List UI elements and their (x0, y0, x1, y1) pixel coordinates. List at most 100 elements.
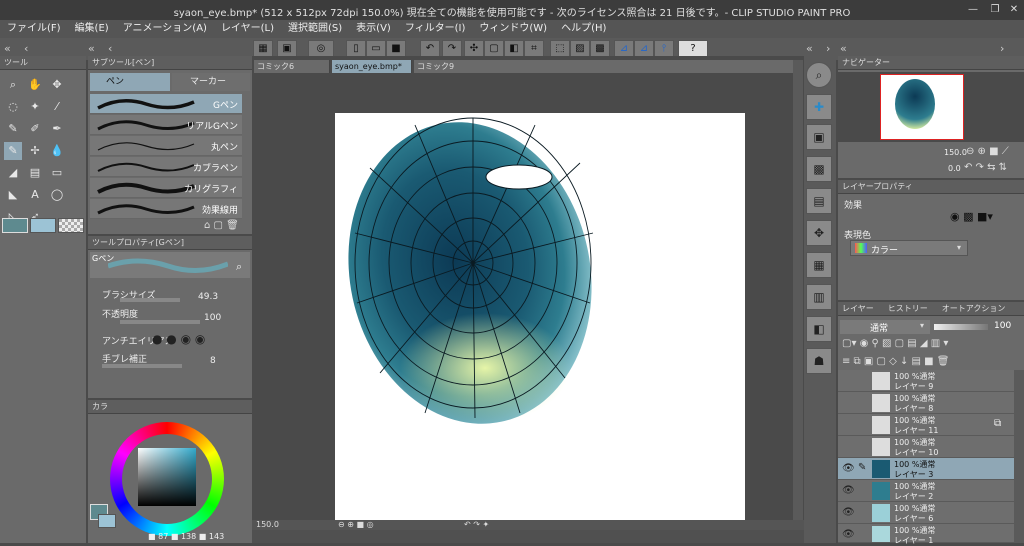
effect-options-icon[interactable]: ◉ ▩ ■▾ (950, 210, 993, 223)
vertical-scrollbar[interactable] (793, 60, 803, 520)
hand-icon[interactable]: ✋ (26, 76, 44, 94)
lasso-icon[interactable]: ◌ (4, 98, 22, 116)
menu-animation[interactable]: アニメーション(A) (116, 20, 214, 38)
brush-item-real-gpen[interactable]: リアルGペン (90, 115, 242, 135)
canvas-view-controls-icon[interactable]: ⊖ ⊕ ■ ◎ (338, 520, 374, 529)
opacity-row[interactable]: 不透明度 100 (90, 307, 250, 324)
layer-row[interactable]: 👁 100 %通常 レイヤー 6 (838, 502, 1014, 524)
eyedropper-icon[interactable]: ⁄ (48, 98, 66, 116)
material-icon[interactable]: ✚ (806, 94, 832, 120)
eye-icon[interactable]: 👁 (842, 507, 855, 518)
antialias-options-icon[interactable]: ● ● ◉ ◉ (152, 332, 205, 346)
antialias-row[interactable]: アンチエイリアス ● ● ◉ ◉ (90, 332, 250, 349)
menu-file[interactable]: ファイル(F) (0, 20, 68, 38)
brush-size-row[interactable]: ブラシサイズ 49.3 (90, 288, 250, 305)
collapse-left-icon-2[interactable]: « (88, 42, 95, 55)
pose-icon[interactable]: ☗ (806, 348, 832, 374)
canvas[interactable] (335, 113, 745, 521)
3d-icon[interactable]: ◧ (806, 316, 832, 342)
navigator-zoom-controls-icon[interactable]: ⊖ ⊕ ■ ⟋ (966, 146, 1009, 157)
menu-view[interactable]: 表示(V) (349, 20, 398, 38)
pattern-icon[interactable]: ▩ (806, 156, 832, 182)
menu-layer[interactable]: レイヤー(L) (214, 20, 281, 38)
gpen-icon[interactable]: ✎ (4, 142, 22, 160)
blend-icon[interactable]: 💧 (48, 142, 66, 160)
brush-size-slider[interactable] (120, 298, 180, 302)
chevron-right-icon-2[interactable]: › (1000, 42, 1004, 55)
stabilization-slider[interactable] (102, 364, 182, 368)
layer-row[interactable]: 100 %通常 レイヤー 11 ⧉ (838, 414, 1014, 436)
layer-action-icons[interactable]: ≡ ⧉ ▣ ▢ ◇ ↓ ▤ ■ 🗑 (842, 356, 950, 367)
material-folder-icon[interactable]: ▣ (806, 124, 832, 150)
collapse-left-icon[interactable]: « (4, 42, 11, 55)
collapse-right-icon-2[interactable]: « (840, 42, 847, 55)
gradient-icon[interactable]: ▭ (48, 164, 66, 182)
text-icon[interactable]: A (26, 186, 44, 204)
layer-row[interactable]: 100 %通常 レイヤー 8 (838, 392, 1014, 414)
horizontal-scrollbar[interactable] (252, 530, 804, 543)
tab-layer[interactable]: レイヤー (842, 302, 874, 315)
tab-comic9[interactable]: コミック9 (414, 60, 800, 73)
brush-item-effect-line[interactable]: 効果線用 (90, 199, 242, 219)
tab-history[interactable]: ヒストリー (888, 302, 928, 315)
canvas-rotate-controls-icon[interactable]: ↶ ↷ ✦ (464, 520, 489, 529)
minimize-icon[interactable]: — (962, 0, 984, 20)
brush-icon[interactable]: ✒ (48, 120, 66, 138)
search-icon[interactable]: ⌕ (236, 260, 242, 274)
eye-icon[interactable]: 👁 (842, 529, 855, 540)
sub-color-small-swatch[interactable] (98, 514, 116, 528)
layer-row[interactable]: 👁 100 %通常 レイヤー 2 (838, 480, 1014, 502)
layer-row[interactable]: 100 %通常 レイヤー 9 (838, 370, 1014, 392)
tool-preset-preview[interactable]: Gペン ⌕ (90, 252, 250, 278)
brush-item-calligraphy[interactable]: カリグラフィ (90, 178, 242, 198)
image-material-icon[interactable]: ▤ (806, 188, 832, 214)
wand-icon[interactable]: ✦ (26, 98, 44, 116)
eye-icon[interactable]: 👁 (842, 485, 855, 496)
pen-tool-icon[interactable]: ✎ (4, 120, 22, 138)
tab-auto-action[interactable]: オートアクション (942, 302, 1006, 315)
frame-icon[interactable]: ▦ (806, 252, 832, 278)
pencil-icon[interactable]: ✐ (26, 120, 44, 138)
layer-row-active[interactable]: 👁 ✎ 100 %通常 レイヤー 3 (838, 458, 1014, 480)
layer-row[interactable]: 👁 100 %通常 レイヤー 1 (838, 524, 1014, 545)
close-icon[interactable]: ✕ (1003, 0, 1024, 20)
subtool-action-icons[interactable]: ⌂ ▢ 🗑 (204, 220, 239, 231)
layer-opacity-slider[interactable] (934, 324, 988, 330)
layer-row[interactable]: 100 %通常 レイヤー 10 (838, 436, 1014, 458)
operation-icon[interactable]: ✥ (48, 76, 66, 94)
expression-select[interactable]: カラー ▾ (850, 240, 968, 256)
navigator-preview[interactable] (838, 72, 1024, 142)
tab-syaon-eye[interactable]: syaon_eye.bmp* (332, 60, 412, 73)
collapse-right-icon[interactable]: « (806, 42, 813, 55)
saturation-value-square[interactable] (138, 448, 196, 506)
sub-color-swatch[interactable] (30, 218, 56, 233)
color-wheel[interactable] (110, 422, 224, 536)
eye-icon[interactable]: 👁 (842, 463, 855, 474)
menu-edit[interactable]: 編集(E) (68, 20, 116, 38)
brush-item-gpen[interactable]: Gペン (90, 94, 242, 114)
layer-scrollbar[interactable] (1014, 370, 1024, 543)
brush-item-kabura-pen[interactable]: カブラペン (90, 157, 242, 177)
airbrush-icon[interactable]: ✢ (26, 142, 44, 160)
subtool-tab-pen[interactable]: ペン (90, 73, 170, 91)
brush-material-icon[interactable]: ✥ (806, 220, 832, 246)
tab-comic6[interactable]: コミック6 (254, 60, 330, 73)
menu-filter[interactable]: フィルター(I) (398, 20, 473, 38)
menu-help[interactable]: ヘルプ(H) (554, 20, 613, 38)
brush-item-maru-pen[interactable]: 丸ペン (90, 136, 242, 156)
chevron-left-icon-2[interactable]: ‹ (108, 42, 112, 55)
fill-bucket-icon[interactable]: ▤ (26, 164, 44, 182)
blend-mode-select[interactable]: 通常 ▾ (840, 320, 930, 334)
menu-window[interactable]: ウィンドウ(W) (472, 20, 554, 38)
navigator-rotate-controls-icon[interactable]: ↶ ↷ ⇆ ⇅ (964, 162, 1007, 173)
zoom-icon[interactable]: ⌕ (4, 76, 22, 94)
clipping-icon[interactable]: ⧉ (994, 418, 1001, 429)
chevron-right-icon[interactable]: › (826, 42, 830, 55)
opacity-slider[interactable] (120, 320, 200, 324)
stabilization-row[interactable]: 手ブレ補正 8 (90, 352, 250, 369)
chevron-left-icon[interactable]: ‹ (24, 42, 28, 55)
subtool-tab-marker[interactable]: マーカー (172, 73, 250, 91)
figure-icon[interactable]: ◣ (4, 186, 22, 204)
main-color-swatch[interactable] (2, 218, 28, 233)
menu-selection[interactable]: 選択範囲(S) (281, 20, 349, 38)
